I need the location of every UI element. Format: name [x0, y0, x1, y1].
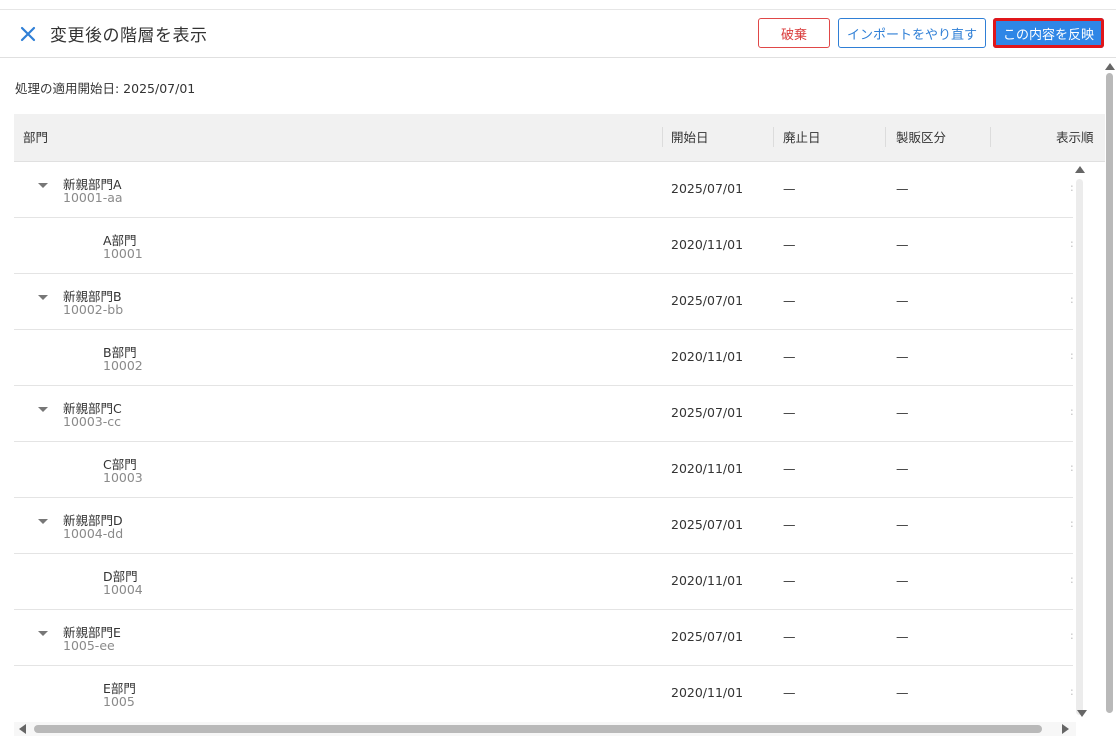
- category-cell: —: [896, 573, 909, 588]
- category-cell: —: [896, 461, 909, 476]
- column-divider[interactable]: [885, 127, 886, 147]
- table-body: 新親部門A 10001-aa 2025/07/01 — — : A部門 1000…: [14, 162, 1074, 720]
- apply-changes-button[interactable]: この内容を反映: [993, 18, 1104, 48]
- table-horizontal-scrollbar[interactable]: [14, 722, 1076, 736]
- department-code: 1005-ee: [63, 638, 115, 653]
- category-cell: —: [896, 405, 909, 420]
- start-date-cell: 2025/07/01: [671, 181, 744, 196]
- start-date-cell: 2025/07/01: [671, 517, 744, 532]
- column-header-department[interactable]: 部門: [23, 114, 48, 161]
- department-code: 10003-cc: [63, 414, 122, 429]
- category-cell: —: [896, 349, 909, 364]
- dialog-header: 変更後の階層を表示 破棄 インポートをやり直す この内容を反映: [0, 10, 1116, 58]
- column-divider[interactable]: [773, 127, 774, 147]
- department-code: 10002-bb: [63, 302, 124, 317]
- scroll-up-arrow-icon[interactable]: [1105, 63, 1115, 70]
- dialog-vertical-scrollbar[interactable]: [1077, 57, 1116, 722]
- department-code: 10003: [103, 470, 143, 485]
- scroll-up-arrow-icon[interactable]: [1075, 166, 1085, 173]
- table-row[interactable]: D部門 10004 2020/11/01 — — :: [14, 554, 1074, 610]
- table-row[interactable]: 新親部門D 10004-dd 2025/07/01 — — :: [14, 498, 1074, 554]
- discard-button[interactable]: 破棄: [758, 18, 830, 48]
- reimport-button[interactable]: インポートをやり直す: [838, 18, 986, 48]
- department-code: 10001-aa: [63, 190, 123, 205]
- department-table: 部門 開始日 廃止日 製販区分 表示順 新親部門A 10001-aa 2025/…: [14, 114, 1105, 720]
- end-date-cell: —: [783, 405, 796, 420]
- effective-date-label: 処理の適用開始日: 2025/07/01: [15, 81, 196, 96]
- category-cell: —: [896, 685, 909, 700]
- start-date-cell: 2025/07/01: [671, 293, 744, 308]
- table-header: 部門 開始日 廃止日 製販区分 表示順: [14, 114, 1105, 162]
- table-row[interactable]: 新親部門C 10003-cc 2025/07/01 — — :: [14, 386, 1074, 442]
- table-row[interactable]: C部門 10003 2020/11/01 — — :: [14, 442, 1074, 498]
- end-date-cell: —: [783, 293, 796, 308]
- start-date-cell: 2020/11/01: [671, 237, 744, 252]
- department-code: 10002: [103, 358, 143, 373]
- column-header-display-order[interactable]: 表示順: [1056, 114, 1105, 161]
- table-row[interactable]: 新親部門E 1005-ee 2025/07/01 — — :: [14, 610, 1074, 666]
- start-date-cell: 2025/07/01: [671, 405, 744, 420]
- scrollbar-track[interactable]: [1076, 179, 1083, 715]
- close-icon[interactable]: [17, 23, 39, 45]
- scroll-left-arrow-icon[interactable]: [19, 724, 26, 734]
- collapse-caret-icon[interactable]: [38, 631, 48, 636]
- scroll-right-arrow-icon[interactable]: [1062, 724, 1069, 734]
- scrollbar-thumb[interactable]: [34, 725, 1042, 733]
- dialog-title: 変更後の階層を表示: [50, 26, 208, 46]
- category-cell: —: [896, 629, 909, 644]
- table-row[interactable]: 新親部門B 10002-bb 2025/07/01 — — :: [14, 274, 1074, 330]
- column-header-start-date[interactable]: 開始日: [671, 114, 709, 161]
- start-date-cell: 2020/11/01: [671, 349, 744, 364]
- scroll-down-arrow-icon[interactable]: [1077, 710, 1087, 717]
- column-header-end-date[interactable]: 廃止日: [783, 114, 821, 161]
- column-header-category[interactable]: 製販区分: [896, 114, 946, 161]
- end-date-cell: —: [783, 573, 796, 588]
- end-date-cell: —: [783, 181, 796, 196]
- category-cell: —: [896, 237, 909, 252]
- category-cell: —: [896, 517, 909, 532]
- collapse-caret-icon[interactable]: [38, 407, 48, 412]
- category-cell: —: [896, 181, 909, 196]
- end-date-cell: —: [783, 349, 796, 364]
- end-date-cell: —: [783, 461, 796, 476]
- table-row[interactable]: 新親部門A 10001-aa 2025/07/01 — — :: [14, 162, 1074, 218]
- table-vertical-scrollbar[interactable]: [1073, 163, 1087, 720]
- department-code: 10004-dd: [63, 526, 124, 541]
- collapse-caret-icon[interactable]: [38, 519, 48, 524]
- end-date-cell: —: [783, 629, 796, 644]
- end-date-cell: —: [783, 517, 796, 532]
- start-date-cell: 2020/11/01: [671, 685, 744, 700]
- department-code: 10004: [103, 582, 143, 597]
- table-row[interactable]: E部門 1005 2020/11/01 — — :: [14, 666, 1074, 720]
- column-divider[interactable]: [990, 127, 991, 147]
- column-divider[interactable]: [662, 127, 663, 147]
- collapse-caret-icon[interactable]: [38, 183, 48, 188]
- end-date-cell: —: [783, 685, 796, 700]
- collapse-caret-icon[interactable]: [38, 295, 48, 300]
- end-date-cell: —: [783, 237, 796, 252]
- table-row[interactable]: B部門 10002 2020/11/01 — — :: [14, 330, 1074, 386]
- category-cell: —: [896, 293, 909, 308]
- department-code: 10001: [103, 246, 143, 261]
- start-date-cell: 2020/11/01: [671, 461, 744, 476]
- scrollbar-thumb[interactable]: [1106, 73, 1113, 713]
- start-date-cell: 2025/07/01: [671, 629, 744, 644]
- start-date-cell: 2020/11/01: [671, 573, 744, 588]
- department-code: 1005: [103, 694, 135, 709]
- table-row[interactable]: A部門 10001 2020/11/01 — — :: [14, 218, 1074, 274]
